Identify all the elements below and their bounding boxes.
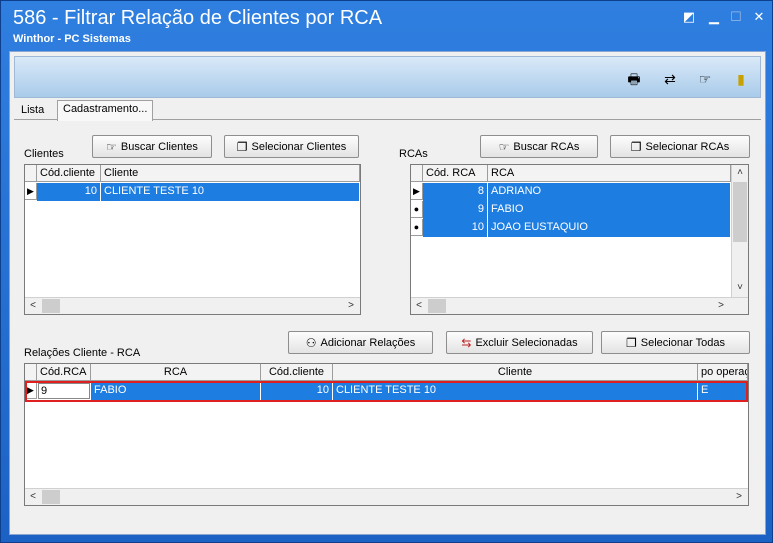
table-row[interactable]: ● 10 JOAO EUSTAQUIO	[411, 219, 731, 237]
selecionar-rcas-button[interactable]: ❐ Selecionar RCAs	[610, 135, 750, 158]
relacoes-hscroll[interactable]: < >	[25, 488, 748, 505]
scroll-thumb[interactable]	[733, 182, 747, 242]
title-bar: 586 - Filtrar Relação de Clientes por RC…	[1, 1, 772, 51]
close-button[interactable]: ✕	[751, 9, 767, 25]
row-pointer-icon: ▶	[25, 183, 37, 200]
clientes-grid: Cód.cliente Cliente ▶ 10 CLIENTE TESTE 1…	[24, 164, 361, 315]
cell-rca[interactable]: FABIO	[488, 201, 731, 219]
exit-door-icon[interactable]: ▮	[731, 69, 751, 89]
col-cliente[interactable]: Cliente	[101, 165, 360, 182]
scroll-thumb[interactable]	[42, 490, 60, 504]
tab-strip: Lista Cadastramento...	[14, 100, 761, 121]
clientes-label: Clientes	[24, 148, 64, 160]
scroll-right-icon[interactable]: >	[343, 298, 359, 314]
hand-pointer-icon: ☞	[106, 139, 117, 154]
adicionar-relacoes-label: Adicionar Relações	[320, 336, 416, 349]
cell-cod-rca[interactable]: 8	[423, 183, 488, 201]
row-pointer-icon: ▶	[25, 382, 37, 399]
buscar-rcas-label: Buscar RCAs	[513, 140, 580, 153]
main-window: 586 - Filtrar Relação de Clientes por RC…	[0, 0, 773, 543]
cell-cod-cliente[interactable]: 10	[261, 382, 333, 400]
selecionar-clientes-label: Selecionar Clientes	[251, 140, 347, 153]
selecionar-clientes-button[interactable]: ❐ Selecionar Clientes	[224, 135, 359, 158]
cell-cliente[interactable]: CLIENTE TESTE 10	[101, 183, 360, 201]
grid-indicator-header	[411, 165, 423, 182]
cell-cod-rca[interactable]: 9	[423, 201, 488, 219]
excluir-selecionadas-label: Excluir Selecionadas	[475, 336, 578, 349]
col-rca[interactable]: RCA	[91, 364, 261, 381]
scroll-left-icon[interactable]: <	[25, 489, 41, 505]
minimize-button[interactable]: ▁	[706, 9, 722, 25]
cod-rca-edit-input[interactable]: 9	[38, 383, 90, 399]
col-cod-cliente[interactable]: Cód.cliente	[37, 165, 101, 182]
adicionar-relacoes-button[interactable]: ⚇ Adicionar Relações	[288, 331, 433, 354]
col-cod-rca[interactable]: Cód. RCA	[423, 165, 488, 182]
toolbar: 🖶 ⇄ ☞ ▮	[14, 56, 761, 98]
buscar-rcas-button[interactable]: ☞ Buscar RCAs	[480, 135, 598, 158]
hand-pointer-icon[interactable]: ☞	[695, 69, 715, 89]
cell-cliente[interactable]: CLIENTE TESTE 10	[333, 382, 698, 400]
printer-icon[interactable]: 🖶	[624, 69, 644, 89]
grid-indicator-header	[25, 364, 37, 381]
copy-pages-icon: ❐	[236, 139, 248, 154]
excluir-selecionadas-button[interactable]: ⇆ Excluir Selecionadas	[446, 331, 593, 354]
copy-pages-icon: ❐	[630, 139, 642, 154]
client-area: 🖶 ⇄ ☞ ▮ Lista Cadastramento... Clientes …	[9, 51, 766, 535]
scroll-right-icon[interactable]: >	[731, 489, 747, 505]
hand-pointer-icon: ☞	[498, 139, 510, 154]
scroll-up-icon[interactable]: ˄	[732, 165, 748, 181]
clientes-hscroll[interactable]: < >	[25, 297, 360, 314]
row-pointer-icon: ▶	[411, 183, 423, 200]
col-cliente[interactable]: Cliente	[333, 364, 698, 381]
window-subtitle: Winthor - PC Sistemas	[13, 33, 131, 45]
col-cod-rca[interactable]: Cód.RCA	[37, 364, 91, 381]
table-row[interactable]: ▶ 9 FABIO 10 CLIENTE TESTE 10 E	[25, 382, 748, 400]
cell-cod-rca[interactable]: 10	[423, 219, 488, 237]
edit-window-icon[interactable]: ◩	[681, 9, 697, 25]
scroll-thumb[interactable]	[42, 299, 60, 313]
refresh-icon[interactable]: ⇄	[660, 69, 680, 89]
maximize-button[interactable]: ☐	[728, 9, 744, 25]
users-add-icon: ⚇	[305, 335, 317, 350]
tab-lista[interactable]: Lista	[16, 102, 49, 120]
scroll-down-icon[interactable]: ˅	[732, 280, 748, 296]
rcas-vscroll[interactable]: ˄ ˅	[731, 165, 748, 297]
relacoes-grid: Cód.RCA RCA Cód.cliente Cliente po opera…	[24, 363, 749, 506]
scroll-thumb[interactable]	[428, 299, 446, 313]
selecionar-rcas-label: Selecionar RCAs	[645, 140, 730, 153]
scroll-right-icon[interactable]: >	[713, 298, 729, 314]
cell-rca[interactable]: FABIO	[91, 382, 261, 400]
col-tipo-operacao[interactable]: po operaçã	[698, 364, 748, 381]
rcas-grid: Cód. RCA RCA ▶ 8 ADRIANO ● 9 FABIO ● 10 …	[410, 164, 749, 315]
rcas-hscroll[interactable]: < >	[411, 297, 748, 314]
tab-cadastramento[interactable]: Cadastramento...	[57, 100, 154, 121]
col-rca[interactable]: RCA	[488, 165, 731, 182]
table-row[interactable]: ▶ 8 ADRIANO	[411, 183, 731, 201]
table-row[interactable]: ● 9 FABIO	[411, 201, 731, 219]
window-title: 586 - Filtrar Relação de Clientes por RC…	[13, 7, 383, 29]
copy-pages-icon: ❐	[626, 335, 637, 350]
cell-rca[interactable]: JOAO EUSTAQUIO	[488, 219, 731, 237]
col-cod-cliente[interactable]: Cód.cliente	[261, 364, 333, 381]
selecionar-todas-label: Selecionar Todas	[640, 336, 725, 349]
cell-rca[interactable]: ADRIANO	[488, 183, 731, 201]
buscar-clientes-button[interactable]: ☞ Buscar Clientes	[92, 135, 212, 158]
row-selected-dot-icon: ●	[411, 201, 423, 218]
buscar-clientes-label: Buscar Clientes	[120, 140, 198, 153]
table-row[interactable]: ▶ 10 CLIENTE TESTE 10	[25, 183, 360, 201]
cell-cod-rca[interactable]: 9	[37, 382, 91, 400]
scroll-left-icon[interactable]: <	[25, 298, 41, 314]
cell-tipo-operacao[interactable]: E	[698, 382, 748, 400]
grid-indicator-header	[25, 165, 37, 182]
selecionar-todas-button[interactable]: ❐ Selecionar Todas	[601, 331, 750, 354]
relacoes-label: Relações Cliente - RCA	[24, 347, 141, 359]
row-selected-dot-icon: ●	[411, 219, 423, 236]
cell-cod-cliente[interactable]: 10	[37, 183, 101, 201]
rcas-label: RCAs	[399, 148, 428, 160]
scroll-left-icon[interactable]: <	[411, 298, 427, 314]
swap-arrows-icon: ⇆	[461, 335, 472, 350]
